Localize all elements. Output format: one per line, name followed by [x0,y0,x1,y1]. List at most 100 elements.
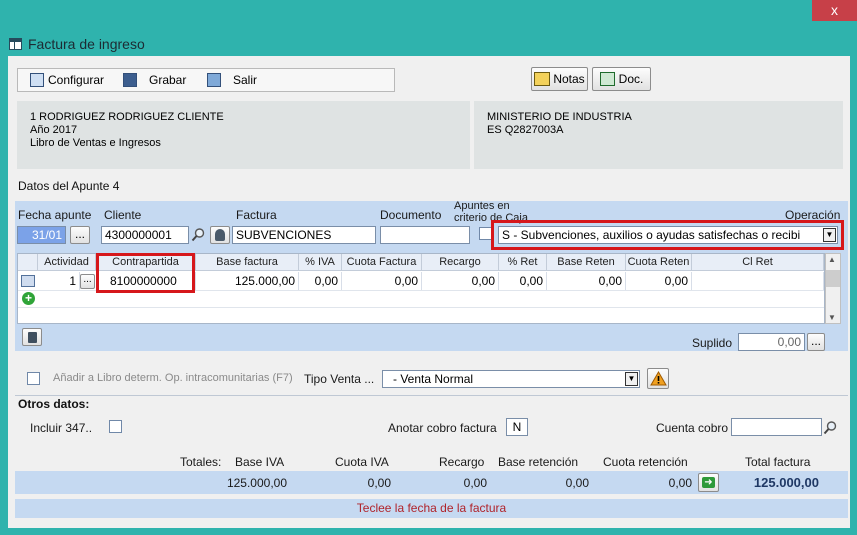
warning-icon [650,371,667,386]
total-recargo: 0,00 [463,476,487,490]
salir-label: Salir [233,73,258,87]
notas-button[interactable]: Notas [531,67,588,91]
notas-label: Notas [553,72,585,86]
cell-iva[interactable]: 0,00 [299,272,342,290]
configurar-button[interactable]: Configurar [30,71,104,89]
base-retencion-label: Base retención [498,455,579,469]
cliente-input[interactable]: 4300000001 [101,226,189,244]
notes-icon [534,72,551,86]
cell-actividad[interactable]: 1 [38,272,80,290]
factura-label: Factura [236,208,277,222]
cuenta-cobro-label: Cuenta cobro [656,421,729,435]
document-tree-icon [599,72,615,86]
col-header: % Ret [499,254,547,271]
fecha-picker-button[interactable]: ... [70,226,90,244]
documento-label: Documento [380,208,442,222]
client-name: 1 RODRIGUEZ RODRIGUEZ CLIENTE [30,111,224,123]
ministry-nif: ES Q2827003A [487,124,564,136]
form-window-icon [9,38,22,50]
fecha-label: Fecha apunte [18,208,92,222]
total-base-iva: 125.000,00 [226,476,287,490]
recargo-label: Recargo [439,455,485,469]
total-cuota-iva: 0,00 [367,476,391,490]
save-icon [123,73,137,87]
add-row-icon[interactable]: + [22,292,35,305]
configurar-label: Configurar [48,73,105,87]
cuenta-search-icon[interactable] [823,420,838,435]
col-header: % IVA [299,254,342,271]
cell-base-reten[interactable]: 0,00 [547,272,626,290]
salir-button[interactable]: Salir [207,71,257,89]
total-factura: 125.000,00 [753,475,819,490]
cuota-retencion-label: Cuota retención [603,455,688,469]
doc-button[interactable]: Doc. [592,67,651,91]
warning-button[interactable] [647,368,669,389]
status-bar: Teclee la fecha de la factura [15,499,848,518]
grabar-button[interactable]: Grabar [123,71,186,89]
col-header: Actividad [38,254,96,271]
arrow-right-icon: ➜ [702,477,715,488]
cell-ret[interactable]: 0,00 [499,272,547,290]
col-header: Cl Ret [692,254,824,271]
exit-door-icon [207,73,221,87]
fecha-input[interactable]: 31/01 [17,226,66,244]
ministry-name: MINISTERIO DE INDUSTRIA [487,111,632,123]
client-year: Año 2017 [30,124,78,136]
grabar-label: Grabar [149,73,187,87]
operacion-select[interactable]: S - Subvenciones, auxilios o ayudas sati… [498,226,838,244]
actividad-picker-button[interactable]: ... [80,274,95,289]
suplido-picker-button[interactable]: ... [807,333,825,351]
delete-row-button[interactable] [22,328,42,346]
col-header: Cuota Factura [342,254,422,271]
edit-row-icon[interactable] [21,275,35,287]
libro-intracom-label: Añadir a Libro determ. Op. intracomunita… [53,372,293,384]
ministry-info-panel: MINISTERIO DE INDUSTRIA ES Q2827003A [474,101,843,169]
totales-label: Totales: [180,455,222,469]
factura-input[interactable]: SUBVENCIONES [232,226,376,244]
configure-icon [30,73,44,87]
tipo-venta-value: - Venta Normal [393,372,474,386]
total-factura-label: Total factura [745,455,811,469]
operacion-value: S - Subvenciones, auxilios o ayudas sati… [502,228,801,242]
cell-recargo[interactable]: 0,00 [422,272,499,290]
total-cuota-retencion: 0,00 [668,476,692,490]
tipo-venta-select[interactable]: - Venta Normal ▼ [382,370,640,388]
client-info-panel: 1 RODRIGUEZ RODRIGUEZ CLIENTE Año 2017 L… [17,101,470,169]
go-button[interactable]: ➜ [698,473,719,492]
libro-intracom-checkbox[interactable] [27,372,40,385]
close-button[interactable]: x [812,0,857,21]
incluir-347-checkbox[interactable] [109,420,122,433]
cuota-iva-label: Cuota IVA [335,455,389,469]
col-header: Recargo [422,254,499,271]
chevron-down-icon: ▼ [823,228,836,242]
chevron-down-icon: ▼ [625,372,638,386]
cliente-search-icon[interactable] [191,227,206,242]
scroll-down-icon[interactable]: ▼ [828,313,836,322]
cell-cuota-factura[interactable]: 0,00 [342,272,422,290]
cell-base-factura[interactable]: 125.000,00 [196,272,299,290]
cell-cuota-reten[interactable]: 0,00 [626,272,692,290]
cliente-contact-button[interactable] [210,226,230,244]
col-header: Base Reten [547,254,626,271]
tipo-venta-label[interactable]: Tipo Venta ... [304,372,374,386]
suplido-input[interactable]: 0,00 [738,333,805,351]
cuenta-cobro-input[interactable] [731,418,822,436]
client-book: Libro de Ventas e Ingresos [30,137,161,149]
anotar-cobro-input[interactable]: N [506,418,528,436]
cliente-label: Cliente [104,208,142,222]
grid-scrollbar[interactable]: ▲ ▼ [825,253,841,324]
grid-row-divider [18,307,824,308]
trash-icon [28,332,37,343]
anotar-cobro-label: Anotar cobro factura [388,421,497,435]
col-header: Cuota Reten [626,254,692,271]
person-icon [215,229,225,241]
suplido-label: Suplido [692,336,733,350]
cell-cl-ret[interactable] [692,272,824,290]
scroll-up-icon[interactable]: ▲ [828,255,836,264]
documento-input[interactable] [380,226,470,244]
grid-corner [18,254,38,271]
otros-section-title: Otros datos: [18,397,90,411]
apunte-section-title: Datos del Apunte 4 [18,179,120,193]
scroll-thumb[interactable] [826,270,840,287]
doc-label: Doc. [618,72,644,86]
